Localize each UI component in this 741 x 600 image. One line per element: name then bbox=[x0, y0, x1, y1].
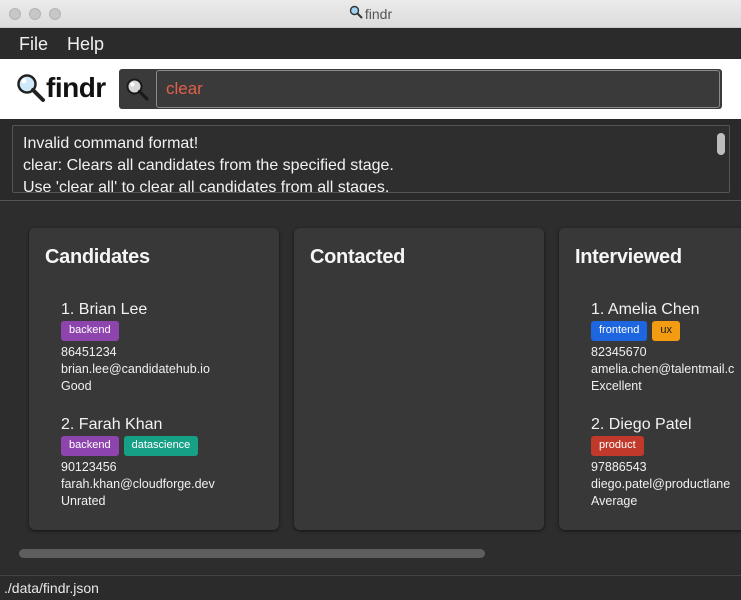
candidate-email: farah.khan@cloudforge.dev bbox=[61, 477, 215, 491]
stage-title: Interviewed bbox=[575, 246, 682, 268]
magnifier-icon bbox=[349, 5, 363, 22]
candidate-card[interactable]: 1. Brian Lee backend 86451234 brian.lee@… bbox=[61, 300, 271, 395]
title-bar: findr bbox=[0, 0, 741, 28]
stage-candidates: Candidates 1. Brian Lee backend 86451234… bbox=[29, 228, 279, 530]
candidate-card[interactable]: 2. Farah Khan backend datascience 901234… bbox=[61, 415, 271, 510]
menu-file[interactable]: File bbox=[19, 34, 48, 55]
stage-contacted: Contacted bbox=[294, 228, 544, 530]
tag-badge: product bbox=[591, 436, 644, 456]
candidate-name: 1. Amelia Chen bbox=[591, 301, 700, 318]
candidate-rating: Good bbox=[61, 379, 92, 393]
result-line: Use 'clear all' to clear all candidates … bbox=[23, 179, 390, 193]
menu-help[interactable]: Help bbox=[67, 34, 104, 55]
search-bar bbox=[119, 69, 722, 109]
app-window: findr File Help findr Invalid command fo… bbox=[0, 0, 741, 600]
result-panel: Invalid command format! clear: Clears al… bbox=[0, 119, 741, 201]
candidate-email: brian.lee@candidatehub.io bbox=[61, 362, 210, 376]
stage-title: Contacted bbox=[310, 246, 406, 268]
candidate-name: 2. Farah Khan bbox=[61, 416, 163, 433]
tag-badge: backend bbox=[61, 436, 119, 456]
result-line: clear: Clears all candidates from the sp… bbox=[23, 157, 394, 174]
candidate-phone: 86451234 bbox=[61, 345, 117, 359]
candidate-rating: Excellent bbox=[591, 379, 642, 393]
app-logo: findr bbox=[16, 71, 106, 105]
window-title: findr bbox=[0, 5, 741, 22]
candidate-email: diego.patel@productlane bbox=[591, 477, 731, 491]
candidate-name: 2. Diego Patel bbox=[591, 416, 692, 433]
logo-text: findr bbox=[46, 72, 106, 103]
search-icon bbox=[119, 69, 155, 109]
tag-badge: ux bbox=[652, 321, 680, 341]
stage-title: Candidates bbox=[45, 246, 150, 268]
tag-list: backend bbox=[61, 321, 271, 341]
candidate-card[interactable]: 2. Diego Patel product 97886543 diego.pa… bbox=[591, 415, 741, 510]
result-scrollbar[interactable] bbox=[717, 133, 725, 155]
tag-badge: datascience bbox=[123, 436, 199, 456]
menu-bar: File Help bbox=[0, 29, 741, 59]
candidate-phone: 82345670 bbox=[591, 345, 647, 359]
candidate-phone: 90123456 bbox=[61, 460, 117, 474]
tag-badge: backend bbox=[61, 321, 119, 341]
status-bar: ./data/findr.json bbox=[0, 575, 741, 600]
horizontal-scrollbar[interactable] bbox=[19, 549, 485, 558]
logo-magnifier-icon bbox=[16, 73, 46, 103]
tag-list: product bbox=[591, 436, 741, 456]
search-row: findr bbox=[0, 59, 741, 119]
candidate-rating: Average bbox=[591, 494, 638, 508]
tag-badge: frontend bbox=[591, 321, 648, 341]
tag-list: frontend ux bbox=[591, 321, 741, 341]
candidate-phone: 97886543 bbox=[591, 460, 647, 474]
stages-area: Candidates 1. Brian Lee backend 86451234… bbox=[0, 202, 741, 574]
data-file-path: ./data/findr.json bbox=[4, 580, 99, 596]
result-display[interactable]: Invalid command format! clear: Clears al… bbox=[12, 125, 730, 193]
command-input[interactable] bbox=[156, 70, 720, 108]
candidate-email: amelia.chen@talentmail.c bbox=[591, 362, 735, 376]
candidate-name: 1. Brian Lee bbox=[61, 301, 148, 318]
stage-interviewed: Interviewed 1. Amelia Chen frontend ux 8… bbox=[559, 228, 741, 530]
result-line: Invalid command format! bbox=[23, 135, 199, 152]
tag-list: backend datascience bbox=[61, 436, 271, 456]
window-title-text: findr bbox=[364, 6, 393, 22]
candidate-rating: Unrated bbox=[61, 494, 106, 508]
candidate-card[interactable]: 1. Amelia Chen frontend ux 82345670 amel… bbox=[591, 300, 741, 395]
